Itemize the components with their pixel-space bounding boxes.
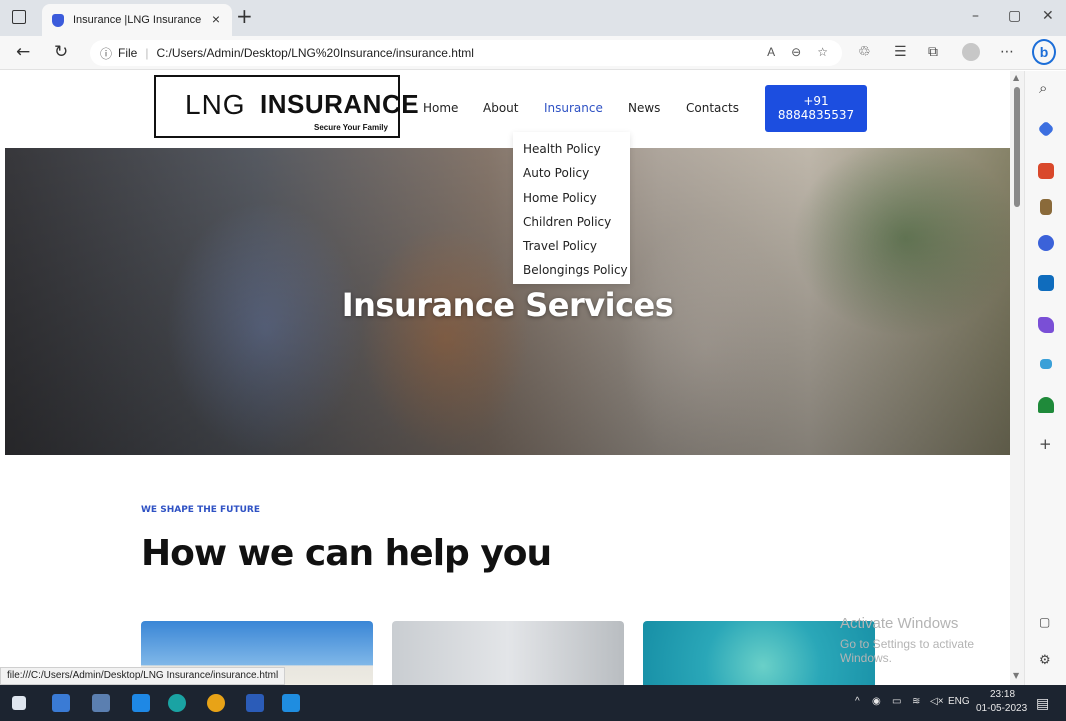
address-bar-actions: A ⊖ ☆ — [767, 45, 828, 59]
windows-taskbar: ^ ◉ ▭ ≋ ◁× ENG 23:18 01-05-2023 ▤ — [0, 685, 1066, 721]
nav-home[interactable]: Home — [423, 101, 458, 115]
hero-title: Insurance Services — [341, 286, 674, 324]
clock-date[interactable]: 01-05-2023 — [976, 703, 1027, 714]
profile-avatar[interactable] — [962, 43, 980, 61]
browser-tab[interactable]: Insurance |LNG Insurance × — [42, 4, 232, 36]
link-status-bar: file:///C:/Users/Admin/Desktop/LNG Insur… — [0, 667, 286, 685]
split-screen-icon[interactable]: ▢ — [1039, 615, 1050, 629]
phone-button[interactable]: +91 8884835537 — [765, 85, 867, 132]
clock-time[interactable]: 23:18 — [990, 689, 1015, 700]
zoom-icon[interactable]: ⊖ — [791, 45, 801, 59]
mail-icon[interactable] — [132, 694, 150, 712]
shopping-tag-icon[interactable] — [1037, 120, 1055, 138]
url-separator: | — [145, 46, 149, 60]
settings-gear-icon[interactable]: ⚙ — [1039, 653, 1051, 668]
word-icon[interactable] — [246, 694, 264, 712]
page-scrollbar[interactable]: ▲ ▼ — [1010, 71, 1024, 685]
new-tab-button[interactable]: + — [236, 4, 253, 28]
games-icon[interactable] — [1040, 199, 1052, 215]
back-arrow-icon[interactable]: ← — [16, 42, 30, 62]
info-icon[interactable]: ⓘ — [100, 45, 112, 62]
scroll-down-icon[interactable]: ▼ — [1013, 671, 1019, 680]
nav-news[interactable]: News — [628, 101, 660, 115]
tray-wifi-icon[interactable]: ≋ — [912, 696, 920, 707]
insurance-dropdown-menu: Health Policy Auto Policy Home Policy Ch… — [513, 132, 630, 284]
logo-insurance-text: INSURANCE — [260, 89, 420, 119]
dropdown-item-home-policy[interactable]: Home Policy — [523, 191, 597, 205]
chrome-icon[interactable] — [207, 694, 225, 712]
tab-actions-icon[interactable] — [12, 10, 26, 24]
url-text: C:/Users/Admin/Desktop/LNG%20Insurance/i… — [156, 46, 474, 60]
language-indicator[interactable]: ENG — [948, 696, 970, 707]
more-menu-icon[interactable]: ⋯ — [1000, 44, 1014, 60]
add-sidebar-app-icon[interactable]: + — [1039, 435, 1052, 453]
hero-banner: Insurance Services — [5, 148, 1010, 455]
search-icon[interactable]: ⌕ — [1039, 79, 1047, 97]
page-viewport: LNG INSURANCE Secure Your Family Home Ab… — [0, 71, 1010, 685]
tab-close-icon[interactable]: × — [212, 11, 220, 27]
tree-icon[interactable] — [1038, 397, 1054, 413]
minimize-button[interactable]: – — [972, 8, 979, 24]
activate-windows-subtitle: Go to Settings to activate Windows. — [840, 637, 975, 665]
tray-chevron-icon[interactable]: ^ — [855, 696, 860, 707]
dropdown-item-belongings-policy[interactable]: Belongings Policy — [523, 263, 628, 277]
browser-tab-strip: Insurance |LNG Insurance × + – ▢ ✕ — [0, 0, 1066, 36]
section-eyebrow: WE SHAPE THE FUTURE — [141, 505, 260, 515]
bing-chat-icon[interactable]: b — [1032, 39, 1056, 65]
dropdown-item-health-policy[interactable]: Health Policy — [523, 142, 601, 156]
logo-tagline: Secure Your Family — [314, 123, 388, 132]
nav-about[interactable]: About — [483, 101, 518, 115]
scroll-up-icon[interactable]: ▲ — [1013, 73, 1019, 82]
calculator-icon[interactable] — [92, 694, 110, 712]
favorite-star-icon[interactable]: ☆ — [817, 45, 828, 59]
windows-start-icon[interactable] — [12, 696, 26, 710]
extensions-icon[interactable]: ♲ — [858, 44, 871, 60]
tray-battery-icon[interactable]: ▭ — [892, 696, 901, 707]
browser-toolbar: ← ↻ ⓘ File | C:/Users/Admin/Desktop/LNG%… — [0, 36, 1066, 70]
file-explorer-icon[interactable] — [52, 694, 70, 712]
collections-icon[interactable]: ⧉ — [928, 44, 938, 60]
designer-icon[interactable] — [1038, 317, 1054, 333]
address-bar[interactable]: ⓘ File | C:/Users/Admin/Desktop/LNG%20In… — [90, 40, 842, 66]
vscode-icon[interactable] — [282, 694, 300, 712]
shield-favicon-icon — [52, 13, 64, 27]
service-card-auto-image[interactable] — [392, 621, 624, 685]
close-window-button[interactable]: ✕ — [1042, 8, 1054, 24]
url-scheme-label: File — [118, 46, 138, 60]
section-title: How we can help you — [141, 533, 552, 574]
site-logo[interactable]: LNG INSURANCE Secure Your Family — [154, 75, 419, 138]
scroll-thumb[interactable] — [1014, 87, 1020, 207]
logo-lng-text: LNG — [185, 89, 246, 120]
microsoft-365-icon[interactable] — [1038, 235, 1054, 251]
edge-sidebar: ⌕ + ▢ ⚙ — [1024, 71, 1066, 685]
edge-browser-icon[interactable] — [168, 694, 186, 712]
dropdown-item-auto-policy[interactable]: Auto Policy — [523, 166, 589, 180]
dropdown-item-travel-policy[interactable]: Travel Policy — [523, 239, 597, 253]
tools-icon[interactable] — [1038, 163, 1054, 179]
notifications-icon[interactable]: ▤ — [1036, 695, 1049, 712]
refresh-icon[interactable]: ↻ — [54, 42, 68, 62]
tray-network-icon[interactable]: ◉ — [872, 696, 881, 707]
nav-contacts[interactable]: Contacts — [686, 101, 739, 115]
tab-title: Insurance |LNG Insurance — [73, 14, 202, 26]
dropdown-item-children-policy[interactable]: Children Policy — [523, 215, 611, 229]
favorites-icon[interactable]: ☰ — [894, 44, 907, 60]
screen: Insurance |LNG Insurance × + – ▢ ✕ ← ↻ ⓘ… — [0, 0, 1066, 721]
restore-button[interactable]: ▢ — [1008, 8, 1021, 24]
phone-prefix: +91 — [803, 94, 829, 108]
read-aloud-icon[interactable]: A — [767, 45, 775, 59]
outlook-icon[interactable] — [1038, 275, 1054, 291]
drop-icon[interactable] — [1040, 359, 1052, 369]
nav-insurance[interactable]: Insurance — [544, 101, 603, 115]
phone-number: 8884835537 — [777, 108, 855, 122]
tray-volume-muted-icon[interactable]: ◁× — [930, 696, 944, 707]
activate-windows-title: Activate Windows — [840, 615, 959, 632]
